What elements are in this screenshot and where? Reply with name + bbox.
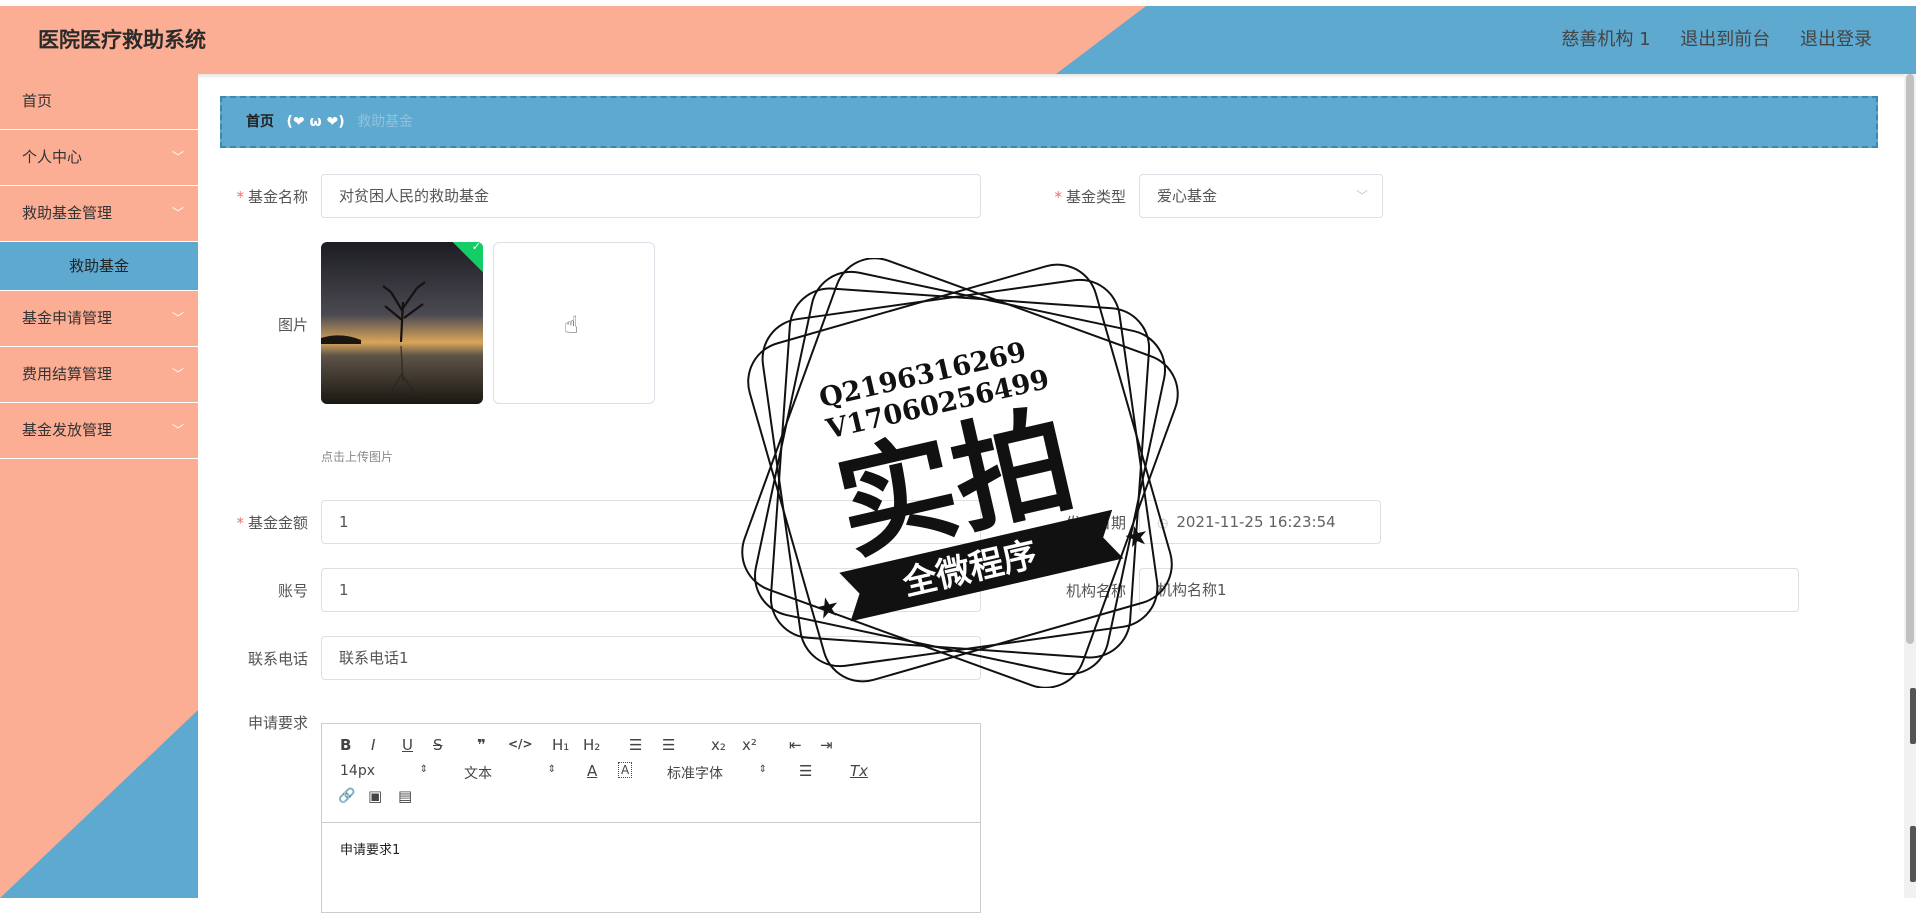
- publish-date-label: 发布日期: [1065, 514, 1126, 532]
- org-name-field[interactable]: 机构名称1: [1139, 568, 1799, 612]
- breadcrumb-home[interactable]: 首页: [246, 114, 274, 130]
- fund-type-select[interactable]: 爱心基金 ﹀: [1139, 174, 1383, 218]
- phone-label: 联系电话: [247, 650, 308, 668]
- chevron-down-icon: ﹀: [171, 311, 184, 325]
- sidebar-menu: 首页 个人中心 ﹀ 救助基金管理 ﹀ 救助基金 基金申请管理 ﹀ 费用结算管理 …: [0, 74, 198, 459]
- stamp-graphic: Q2196316269 V17060256499 实拍 全微程序 ★ ★: [741, 257, 1179, 689]
- link-icon[interactable]: 🔗: [338, 788, 355, 804]
- chevron-down-icon: ﹀: [1355, 189, 1368, 203]
- chevron-down-icon: ﹀: [171, 206, 184, 220]
- header-select[interactable]: 文本 ⇕: [464, 763, 556, 783]
- code-block-icon[interactable]: </>: [508, 737, 533, 751]
- account-label: 账号: [277, 582, 308, 600]
- rich-text-editor: B I U S ❞ </> H₁ H₂ ☰ ☰ x₂ x² ⇤ ⇥ 14px ⇕ …: [321, 723, 981, 913]
- sidebar-item-fund-management[interactable]: 救助基金管理 ﹀: [0, 186, 198, 242]
- sidebar-subitem-label: 救助基金: [68, 257, 129, 275]
- uploaded-image-thumbnail[interactable]: ✓: [321, 242, 483, 404]
- logout-link[interactable]: 退出登录: [1800, 29, 1872, 50]
- fund-type-label: * 基金类型: [1054, 188, 1126, 206]
- editor-content[interactable]: 申请要求1: [340, 839, 400, 858]
- back-to-frontend-link[interactable]: 退出到前台: [1680, 29, 1770, 50]
- ordered-list-icon[interactable]: ☰: [629, 736, 642, 754]
- sidebar-item-settlement-management[interactable]: 费用结算管理 ﹀: [0, 347, 198, 403]
- background-color-icon[interactable]: A: [618, 762, 633, 778]
- edge-widget: [1910, 688, 1916, 744]
- header-2-icon[interactable]: H₂: [583, 736, 600, 754]
- sidebar-item-label: 费用结算管理: [22, 365, 113, 383]
- lake-tree-photo: [321, 242, 483, 404]
- outdent-icon[interactable]: ⇤: [789, 736, 802, 754]
- strikethrough-icon[interactable]: S: [433, 736, 443, 754]
- chevron-down-icon: ﹀: [171, 367, 184, 381]
- sidebar-item-personal-center[interactable]: 个人中心 ﹀: [0, 130, 198, 186]
- check-icon: ✓: [471, 242, 481, 254]
- upload-tip: 点击上传图片: [321, 450, 394, 464]
- up-down-arrow-icon: ⇕: [758, 764, 767, 775]
- current-user-link[interactable]: 慈善机构 1: [1561, 29, 1650, 50]
- amount-field[interactable]: 1: [321, 500, 981, 544]
- clear-format-icon[interactable]: Tx: [850, 762, 868, 780]
- edge-widget: [1910, 826, 1916, 882]
- sidebar-subitem-fund[interactable]: 救助基金: [0, 242, 198, 291]
- header-links: 慈善机构 1 退出到前台 退出登录: [1537, 6, 1872, 74]
- watermark-line2: V17060256499: [823, 364, 1053, 446]
- sidebar-item-label: 基金发放管理: [22, 421, 113, 439]
- image-label: 图片: [277, 316, 308, 334]
- underline-icon[interactable]: U: [402, 736, 413, 754]
- subscript-icon[interactable]: x₂: [711, 736, 726, 754]
- superscript-icon[interactable]: x²: [742, 736, 757, 754]
- chevron-down-icon: ﹀: [171, 150, 184, 164]
- breadcrumb: 首页 (❤ ω ❤) 救助基金: [220, 96, 1878, 148]
- account-field[interactable]: 1: [321, 568, 981, 612]
- font-family-select[interactable]: 标准字体 ⇕: [667, 763, 767, 783]
- app-title: 医院医疗救助系统: [38, 28, 206, 52]
- org-name-label: 机构名称: [1065, 582, 1126, 600]
- top-header: 医院医疗救助系统 慈善机构 1 退出到前台 退出登录: [0, 6, 1916, 74]
- indent-icon[interactable]: ⇥: [820, 736, 833, 754]
- image-icon[interactable]: ▣: [368, 787, 382, 805]
- publish-date-field[interactable]: ◷ 2021-11-25 16:23:54: [1139, 500, 1381, 544]
- watermark-line1: Q2196316269: [816, 336, 1029, 414]
- font-color-icon[interactable]: A: [587, 762, 597, 780]
- image-upload-button[interactable]: ☝: [493, 242, 655, 404]
- sidebar-item-application-management[interactable]: 基金申请管理 ﹀: [0, 291, 198, 347]
- sidebar-item-label: 基金申请管理: [22, 309, 113, 327]
- align-icon[interactable]: ☰: [799, 762, 812, 780]
- breadcrumb-separator: (❤ ω ❤): [286, 114, 345, 130]
- bold-icon[interactable]: B: [340, 736, 351, 754]
- sidebar-item-distribution-management[interactable]: 基金发放管理 ﹀: [0, 403, 198, 459]
- sidebar-item-label: 首页: [22, 92, 53, 110]
- breadcrumb-current: 救助基金: [357, 114, 414, 130]
- sidebar-item-label: 救助基金管理: [22, 204, 113, 222]
- watermark-stamp: Q2196316269 V17060256499 实拍 全微程序 ★ ★: [740, 257, 1180, 689]
- sidebar: 首页 个人中心 ﹀ 救助基金管理 ﹀ 救助基金 基金申请管理 ﹀ 费用结算管理 …: [0, 74, 198, 898]
- requirements-label: 申请要求: [247, 714, 308, 732]
- font-size-select[interactable]: 14px ⇕: [340, 763, 428, 779]
- video-icon[interactable]: ▤: [398, 787, 412, 805]
- header-1-icon[interactable]: H₁: [552, 736, 569, 754]
- clock-icon: ◷: [1157, 516, 1169, 531]
- sidebar-item-home[interactable]: 首页: [0, 74, 198, 130]
- italic-icon[interactable]: I: [371, 736, 375, 754]
- phone-field[interactable]: 联系电话1: [321, 636, 981, 680]
- fund-name-field[interactable]: 对贫困人民的救助基金: [321, 174, 981, 218]
- amount-label: * 基金金额: [236, 514, 308, 532]
- sidebar-item-label: 个人中心: [22, 148, 83, 166]
- up-down-arrow-icon: ⇕: [547, 764, 556, 775]
- vertical-scrollbar[interactable]: [1904, 74, 1916, 898]
- fund-name-label: * 基金名称: [236, 188, 308, 206]
- watermark-big-text: 实拍: [825, 390, 1086, 578]
- chevron-down-icon: ﹀: [171, 423, 184, 437]
- editor-toolbar: B I U S ❞ </> H₁ H₂ ☰ ☰ x₂ x² ⇤ ⇥ 14px ⇕ …: [322, 724, 980, 823]
- blockquote-icon[interactable]: ❞: [477, 736, 486, 754]
- scrollbar-thumb[interactable]: [1906, 74, 1914, 644]
- up-down-arrow-icon: ⇕: [419, 764, 428, 775]
- hand-pointer-icon: ☝: [564, 311, 579, 339]
- bullet-list-icon[interactable]: ☰: [662, 736, 675, 754]
